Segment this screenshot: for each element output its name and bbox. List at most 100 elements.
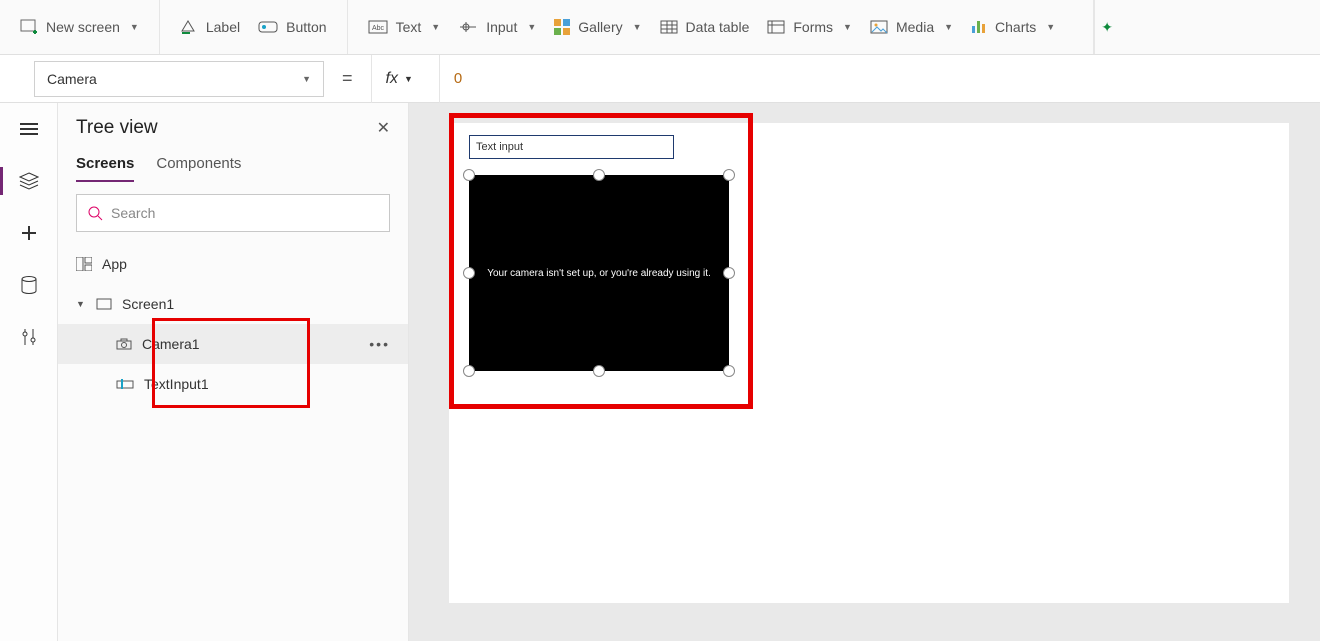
datatable-button[interactable]: Data table xyxy=(660,19,750,35)
canvas-area: Text input Your camera isn't set up, or … xyxy=(409,103,1320,641)
tree-title: Tree view xyxy=(76,117,158,139)
selection-handle[interactable] xyxy=(593,169,605,181)
datatable-icon xyxy=(660,20,678,34)
tools-button[interactable] xyxy=(17,325,41,349)
tree-search-wrap: Search xyxy=(58,182,408,244)
tree-textinput1-label: TextInput1 xyxy=(144,376,209,392)
text-button[interactable]: Abc Text ▼ xyxy=(368,19,441,35)
charts-icon xyxy=(971,20,987,34)
property-dropdown[interactable]: Camera ▼ xyxy=(34,61,324,97)
chevron-down-icon: ▼ xyxy=(944,22,953,32)
tree-screen1-label: Screen1 xyxy=(122,296,174,312)
forms-icon xyxy=(767,20,785,34)
formula-value: 0 xyxy=(454,70,462,87)
button-icon xyxy=(258,19,278,35)
button-button[interactable]: Button xyxy=(258,19,326,35)
chevron-down-icon: ▼ xyxy=(302,74,311,84)
selection-handle[interactable] xyxy=(463,169,475,181)
new-screen-label: New screen xyxy=(46,19,120,35)
text-label: Text xyxy=(396,19,422,35)
camera-message: Your camera isn't set up, or you're alre… xyxy=(487,268,711,279)
input-button[interactable]: Input ▼ xyxy=(458,19,536,35)
input-icon xyxy=(458,20,478,34)
fx-button[interactable]: fx ▼ xyxy=(371,55,427,103)
textinput-value: Text input xyxy=(476,141,523,153)
plus-screen-icon xyxy=(20,19,38,35)
property-value: Camera xyxy=(47,71,97,87)
selection-handle[interactable] xyxy=(723,267,735,279)
camera-icon xyxy=(116,338,132,350)
sliders-icon xyxy=(21,328,37,346)
forms-label: Forms xyxy=(793,19,833,35)
data-button[interactable] xyxy=(17,273,41,297)
equals-label: = xyxy=(336,68,359,89)
plus-icon: ✦ xyxy=(1101,19,1113,36)
datatable-label: Data table xyxy=(686,19,750,35)
gallery-icon xyxy=(554,19,570,35)
hamburger-button[interactable] xyxy=(17,117,41,141)
selection-handle[interactable] xyxy=(593,365,605,377)
search-placeholder: Search xyxy=(111,205,155,221)
database-icon xyxy=(21,276,37,294)
more-icon[interactable]: ••• xyxy=(369,336,390,352)
canvas-textinput-control[interactable]: Text input xyxy=(469,135,674,159)
hamburger-icon xyxy=(20,122,38,136)
tree-camera1-label: Camera1 xyxy=(142,336,200,352)
tab-components[interactable]: Components xyxy=(156,155,241,182)
chevron-down-icon: ▼ xyxy=(843,22,852,32)
new-screen-button[interactable]: New screen ▼ xyxy=(20,19,139,35)
close-icon[interactable]: ✕ xyxy=(377,118,390,138)
selection-handle[interactable] xyxy=(463,267,475,279)
forms-button[interactable]: Forms ▼ xyxy=(767,19,852,35)
label-button[interactable]: Label xyxy=(180,19,240,35)
media-button[interactable]: Media ▼ xyxy=(870,19,953,35)
chevron-down-icon: ▼ xyxy=(130,22,139,32)
tab-screens[interactable]: Screens xyxy=(76,155,134,182)
formula-input[interactable]: 0 xyxy=(439,55,1320,103)
device-frame[interactable]: Text input Your camera isn't set up, or … xyxy=(449,123,1289,603)
charts-button[interactable]: Charts ▼ xyxy=(971,19,1055,35)
button-label: Button xyxy=(286,19,326,35)
selection-handle[interactable] xyxy=(723,365,735,377)
formula-bar: Camera ▼ = fx ▼ 0 xyxy=(0,55,1320,103)
tree-app-label: App xyxy=(102,256,127,272)
ribbon-toolbar: New screen ▼ Label Button Abc Text ▼ xyxy=(0,0,1320,55)
canvas-camera-control[interactable]: Your camera isn't set up, or you're alre… xyxy=(469,175,729,371)
selection-handle[interactable] xyxy=(463,365,475,377)
tree-node-app[interactable]: App xyxy=(58,244,408,284)
ribbon-group-insert: Abc Text ▼ Input ▼ Gallery ▼ Data table xyxy=(348,0,1095,54)
app-icon xyxy=(76,257,92,271)
gallery-label: Gallery xyxy=(578,19,622,35)
tree-tabs: Screens Components xyxy=(58,145,408,182)
tree-node-screen1[interactable]: ▼ Screen1 xyxy=(58,284,408,324)
svg-text:Abc: Abc xyxy=(372,25,385,32)
tree-node-textinput1[interactable]: TextInput1 xyxy=(58,364,408,404)
tree-view-button[interactable] xyxy=(17,169,41,193)
gallery-button[interactable]: Gallery ▼ xyxy=(554,19,641,35)
layers-icon xyxy=(19,172,39,190)
ribbon-group-screen: New screen ▼ xyxy=(0,0,160,54)
chevron-down-icon: ▼ xyxy=(527,22,536,32)
tree-node-camera1[interactable]: Camera1 ••• xyxy=(58,324,408,364)
tree-header: Tree view ✕ xyxy=(58,103,408,145)
input-label: Input xyxy=(486,19,517,35)
chevron-down-icon: ▼ xyxy=(404,74,413,84)
main-area: Tree view ✕ Screens Components Search Ap… xyxy=(0,103,1320,641)
chevron-down-icon: ▼ xyxy=(1046,22,1055,32)
label-icon xyxy=(180,19,198,35)
ribbon-overflow-button[interactable]: ✦ xyxy=(1094,0,1119,54)
text-icon: Abc xyxy=(368,20,388,34)
plus-icon xyxy=(21,225,37,241)
ribbon-group-basic: Label Button xyxy=(160,0,348,54)
media-label: Media xyxy=(896,19,934,35)
charts-label: Charts xyxy=(995,19,1036,35)
left-rail xyxy=(0,103,58,641)
chevron-down-icon[interactable]: ▼ xyxy=(76,299,86,309)
chevron-down-icon: ▼ xyxy=(633,22,642,32)
search-icon xyxy=(87,205,103,221)
insert-button[interactable] xyxy=(17,221,41,245)
search-input[interactable]: Search xyxy=(76,194,390,232)
selection-handle[interactable] xyxy=(723,169,735,181)
label-label: Label xyxy=(206,19,240,35)
fx-icon: fx xyxy=(386,70,398,88)
